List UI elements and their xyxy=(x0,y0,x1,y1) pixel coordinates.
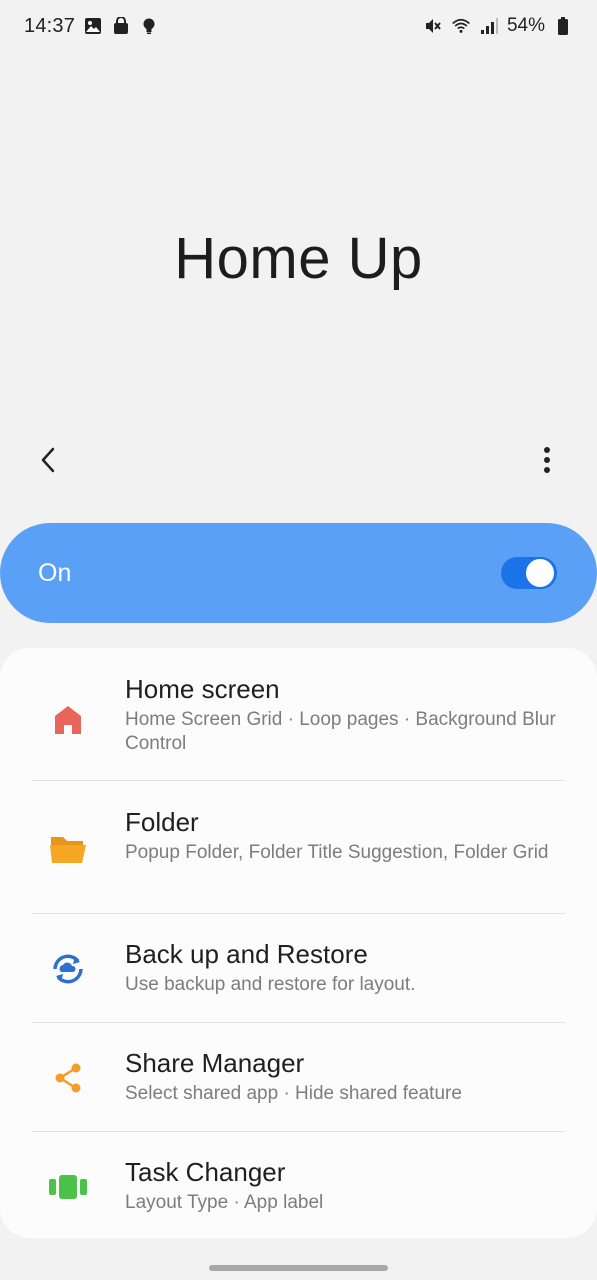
status-bar: 14:37 54% xyxy=(0,0,597,52)
screen: 14:37 54% Home Up On Home screen Home Sc… xyxy=(0,0,597,1280)
chevron-left-icon xyxy=(38,446,58,479)
list-item-subtitle: Select shared app · Hide shared feature xyxy=(125,1083,462,1104)
list-item-subtitle: Popup Folder, Folder Title Suggestion, F… xyxy=(125,842,549,863)
backup-restore-icon xyxy=(48,949,88,989)
back-button[interactable] xyxy=(28,442,68,482)
master-toggle[interactable] xyxy=(501,557,557,589)
more-vertical-icon xyxy=(543,446,551,479)
divider xyxy=(32,1022,565,1023)
battery-percent: 54% xyxy=(506,15,545,36)
battery-icon xyxy=(553,16,573,36)
list-item-task-changer[interactable]: Task Changer Layout Type · App label xyxy=(0,1153,597,1238)
folder-icon xyxy=(48,829,88,869)
list-item-title: Back up and Restore xyxy=(125,939,368,969)
wifi-icon xyxy=(451,16,471,36)
list-item-title: Share Manager xyxy=(125,1048,305,1078)
share-icon xyxy=(48,1058,88,1098)
list-item-share-manager[interactable]: Share Manager Select shared app · Hide s… xyxy=(0,1044,597,1132)
divider xyxy=(32,913,565,914)
page-title: Home Up xyxy=(174,226,423,291)
status-bar-left: 14:37 xyxy=(24,15,159,38)
list-item-title: Folder xyxy=(125,807,199,837)
shopping-bag-icon xyxy=(111,16,131,36)
list-item-home-screen[interactable]: Home screen Home Screen Grid · Loop page… xyxy=(0,670,597,782)
toggle-knob xyxy=(524,557,556,589)
list-item-title: Home screen xyxy=(125,674,280,704)
navigation-handle[interactable] xyxy=(209,1265,388,1271)
divider xyxy=(32,780,565,781)
home-icon xyxy=(48,700,88,740)
list-item-backup-restore[interactable]: Back up and Restore Use backup and resto… xyxy=(0,935,597,1023)
toolbar xyxy=(0,430,597,490)
divider xyxy=(32,1131,565,1132)
list-item-subtitle: Layout Type · App label xyxy=(125,1192,324,1213)
status-bar-right: 54% xyxy=(423,15,573,37)
list-item-folder[interactable]: Folder Popup Folder, Folder Title Sugges… xyxy=(0,803,597,913)
more-options-button[interactable] xyxy=(527,442,567,482)
list-item-title: Task Changer xyxy=(125,1157,286,1187)
mute-icon xyxy=(423,16,443,36)
signal-icon xyxy=(479,16,499,36)
lightbulb-icon xyxy=(139,16,159,36)
list-item-subtitle: Home Screen Grid · Loop pages · Backgrou… xyxy=(125,709,556,754)
master-switch-label: On xyxy=(38,558,72,587)
master-switch-bar[interactable]: On xyxy=(0,523,597,623)
list-item-subtitle: Use backup and restore for layout. xyxy=(125,974,416,995)
status-time: 14:37 xyxy=(24,14,76,37)
task-changer-icon xyxy=(48,1167,88,1207)
settings-list-card: Home screen Home Screen Grid · Loop page… xyxy=(0,648,597,1238)
gallery-icon xyxy=(83,16,103,36)
